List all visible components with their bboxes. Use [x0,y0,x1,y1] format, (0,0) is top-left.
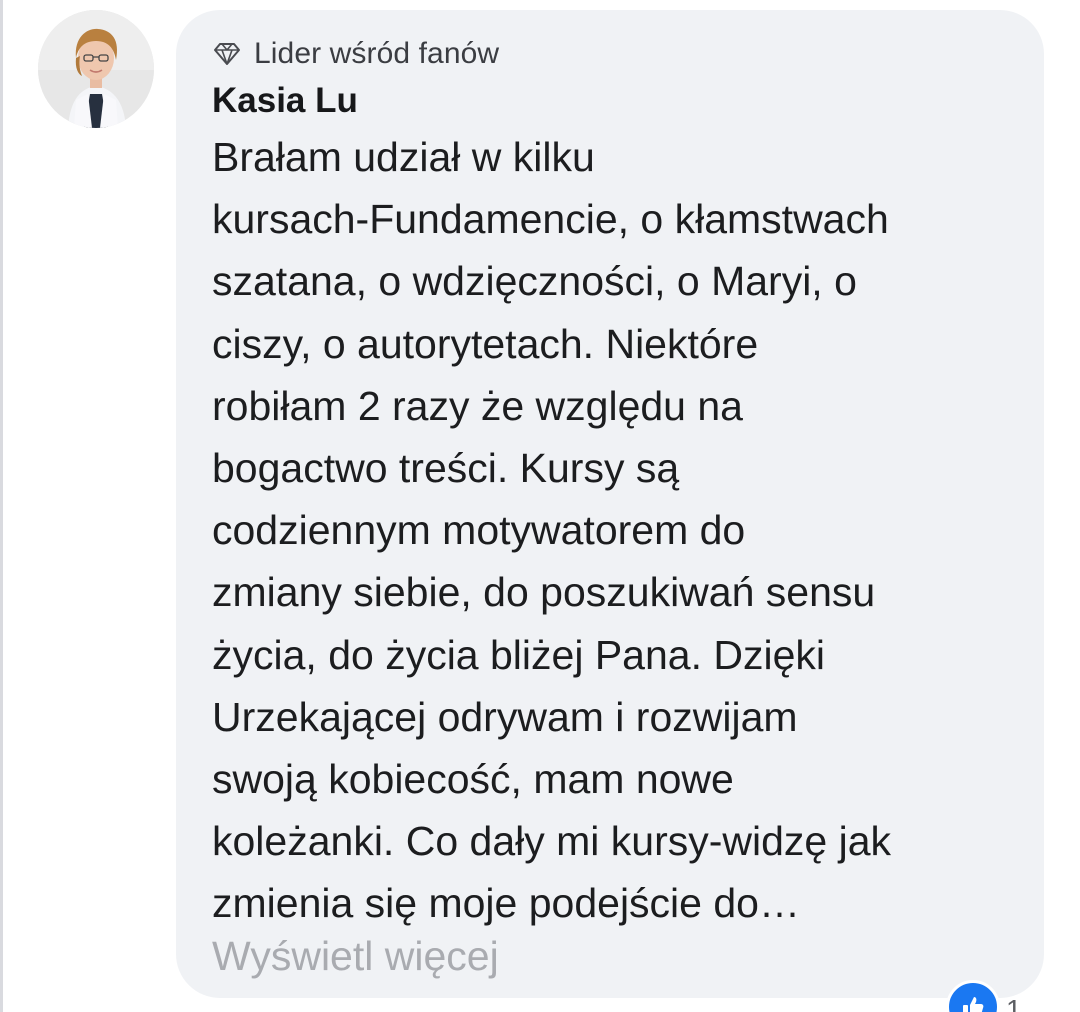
see-more-link[interactable]: Wyświetl więcej [212,928,499,984]
author-name[interactable]: Kasia Lu [212,80,358,122]
left-border [0,0,3,1012]
like-icon [946,980,1000,1012]
comment-text: Brałam udział w kilku kursach-Fundamenci… [212,134,892,927]
reaction-summary[interactable]: 1 [946,980,1022,1012]
avatar-photo [38,10,154,128]
reaction-count: 1 [1006,994,1022,1012]
comment-screen: Lider wśród fanów Kasia Lu Brałam udział… [0,0,1080,1012]
diamond-icon [214,43,240,65]
fan-badge: Lider wśród fanów [212,34,499,74]
avatar[interactable] [38,10,154,128]
badge-label: Lider wśród fanów [254,37,500,70]
